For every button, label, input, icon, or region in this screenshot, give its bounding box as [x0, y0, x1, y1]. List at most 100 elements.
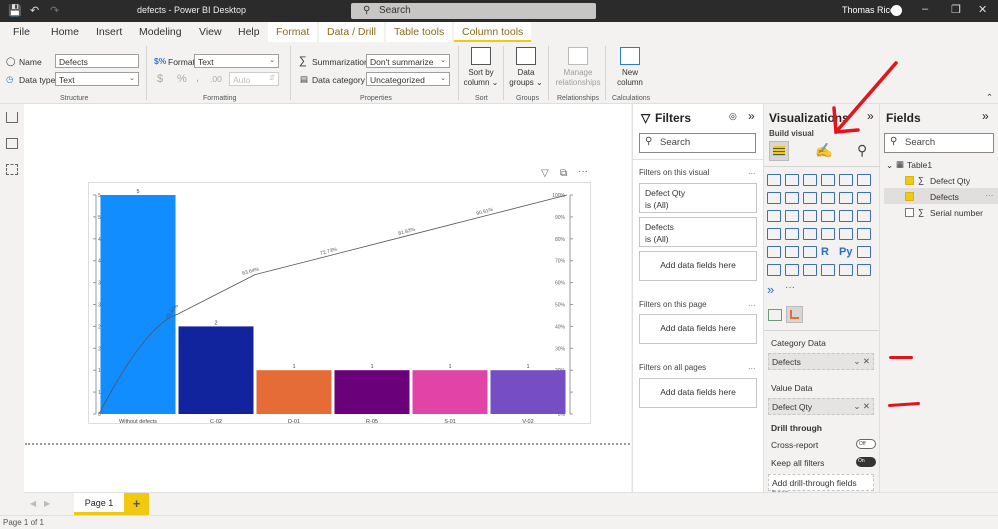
undo-icon[interactable]: ↶	[30, 4, 39, 17]
visual-paginated-icon[interactable]	[821, 264, 835, 276]
data-view-icon[interactable]	[6, 138, 18, 149]
visual-100-bar-icon[interactable]	[839, 174, 853, 186]
manage-relationships-button[interactable]: Manage relationships	[553, 47, 603, 88]
sort-by-column-button[interactable]: Sort by column ⌄	[463, 47, 499, 88]
new-column-button[interactable]: New column	[610, 47, 650, 88]
comma-button[interactable]: ,	[196, 72, 199, 84]
visual-map-icon[interactable]	[767, 228, 781, 240]
visual-multi-row-card-icon[interactable]	[839, 228, 853, 240]
restore-icon[interactable]: ❐	[951, 3, 961, 16]
value-data-well[interactable]: Defect Qty ⌄ ✕	[768, 398, 874, 415]
build-visual-tab[interactable]	[769, 141, 789, 161]
keep-filters-toggle[interactable]: On	[856, 457, 876, 467]
save-icon[interactable]: 💾	[8, 4, 22, 17]
visual-slicer-icon[interactable]	[767, 246, 781, 258]
collapse-filters-icon[interactable]: »	[748, 109, 755, 123]
filter-visual-icon[interactable]: ▽	[541, 168, 549, 179]
visual-clustered-bar-icon[interactable]	[803, 174, 817, 186]
visual-card-icon[interactable]	[821, 228, 835, 240]
field-checkbox[interactable]	[905, 192, 914, 201]
visual-custom-1-icon[interactable]	[768, 309, 782, 321]
filter-card-defect-qty[interactable]: Defect Qty is (All)	[639, 183, 757, 213]
visual-gauge-icon[interactable]	[803, 228, 817, 240]
menu-file[interactable]: File	[13, 26, 30, 38]
format-select[interactable]: Text ⌄	[194, 54, 279, 68]
more-icon[interactable]: ...	[748, 166, 756, 176]
visual-more-visuals-icon[interactable]: »	[767, 282, 781, 297]
visual-power-automate-icon[interactable]	[857, 264, 871, 276]
visual-python-visual-icon[interactable]: Py	[839, 246, 853, 258]
visual-qa-icon[interactable]	[785, 264, 799, 276]
field-checkbox[interactable]	[905, 176, 914, 185]
visual-pareto-selected[interactable]	[786, 306, 803, 323]
visual-narrative-icon[interactable]	[803, 264, 817, 276]
tab-column-tools[interactable]: Column tools	[454, 22, 532, 42]
close-icon[interactable]: ✕	[978, 3, 987, 16]
filters-search[interactable]: ⚲ Search	[639, 133, 756, 153]
filter-card-defects[interactable]: Defects is (All)	[639, 217, 757, 247]
minimize-icon[interactable]: –	[922, 3, 928, 15]
visual-filled-map-icon[interactable]	[785, 228, 799, 240]
tab-data-drill[interactable]: Data / Drill	[319, 22, 385, 42]
visual-key-influencers-icon[interactable]	[857, 246, 871, 258]
visual-line-column-icon[interactable]	[821, 192, 835, 204]
visual-stacked-column-icon[interactable]	[785, 174, 799, 186]
eye-icon[interactable]: ◎	[729, 111, 737, 122]
more-visuals-ellipsis[interactable]: ···	[785, 282, 801, 300]
menu-help[interactable]: Help	[238, 26, 260, 38]
chevron-close-icons[interactable]: ⌄ ✕	[853, 401, 870, 412]
currency-button[interactable]: $	[157, 73, 163, 85]
focus-mode-icon[interactable]: ⧉	[560, 168, 567, 179]
visual-waterfall-icon[interactable]	[767, 210, 781, 222]
summarization-select[interactable]: Don't summarize ⌄	[366, 54, 450, 68]
expand-chevron-icon[interactable]: ⌄	[886, 160, 893, 171]
report-view-icon[interactable]	[6, 112, 18, 123]
more-icon[interactable]: ...	[748, 361, 756, 371]
visual-stacked-bar-icon[interactable]	[767, 174, 781, 186]
visual-pie-icon[interactable]	[821, 210, 835, 222]
drill-through-well[interactable]: Add drill-through fields here	[768, 474, 874, 498]
add-page-filter-drop[interactable]: Add data fields here	[639, 314, 757, 344]
menu-insert[interactable]: Insert	[96, 26, 122, 38]
visual-matrix-icon[interactable]	[803, 246, 817, 258]
visual-kpi-icon[interactable]	[857, 228, 871, 240]
visual-decomposition-tree-icon[interactable]	[767, 264, 781, 276]
add-report-filter-drop[interactable]: Add data fields here	[639, 378, 757, 408]
field-defect-qty[interactable]: Defect Qty	[930, 176, 970, 186]
visual-scatter-icon[interactable]	[803, 210, 817, 222]
visual-funnel-icon[interactable]	[785, 210, 799, 222]
decimal-icon[interactable]: .00	[210, 74, 222, 84]
visual-area-icon[interactable]	[785, 192, 799, 204]
avatar[interactable]	[891, 5, 902, 16]
analytics-icon[interactable]: ⚲	[857, 142, 867, 159]
menu-home[interactable]: Home	[51, 26, 79, 38]
data-groups-button[interactable]: Data groups ⌄	[508, 47, 544, 88]
name-input[interactable]: Defects	[55, 54, 139, 68]
percent-button[interactable]: %	[177, 73, 187, 85]
more-icon[interactable]: ···	[985, 190, 994, 200]
field-serial-number[interactable]: Serial number	[930, 208, 983, 218]
field-defects[interactable]: Defects	[930, 192, 959, 202]
more-icon[interactable]: ...	[748, 298, 756, 308]
menu-view[interactable]: View	[199, 26, 222, 38]
visual-stacked-area-icon[interactable]	[803, 192, 817, 204]
chevron-close-icons[interactable]: ⌄ ✕	[853, 356, 870, 367]
visual-line-clustered-icon[interactable]	[839, 192, 853, 204]
fields-search[interactable]: ⚲ Search	[884, 133, 994, 153]
prev-page-icon[interactable]: ◀	[30, 499, 36, 508]
add-page-button[interactable]: +	[124, 493, 149, 515]
visual-line-icon[interactable]	[767, 192, 781, 204]
visual-r-visual-icon[interactable]: R	[821, 246, 835, 258]
page-tab[interactable]: Page 1	[74, 493, 124, 515]
next-page-icon[interactable]: ▶	[44, 499, 50, 508]
menu-modeling[interactable]: Modeling	[139, 26, 182, 38]
user-name[interactable]: Thomas Rice	[842, 5, 895, 15]
table-name[interactable]: Table1	[907, 160, 932, 170]
category-data-well[interactable]: Defects ⌄ ✕	[768, 353, 874, 370]
visual-donut-icon[interactable]	[839, 210, 853, 222]
visual-ribbon-icon[interactable]	[857, 192, 871, 204]
collapse-ribbon-icon[interactable]: ⌃	[986, 92, 993, 103]
search-box[interactable]: ⚲ Search	[351, 3, 596, 19]
datatype-select[interactable]: Text ⌄	[55, 72, 139, 86]
tab-format[interactable]: Format	[268, 22, 318, 42]
